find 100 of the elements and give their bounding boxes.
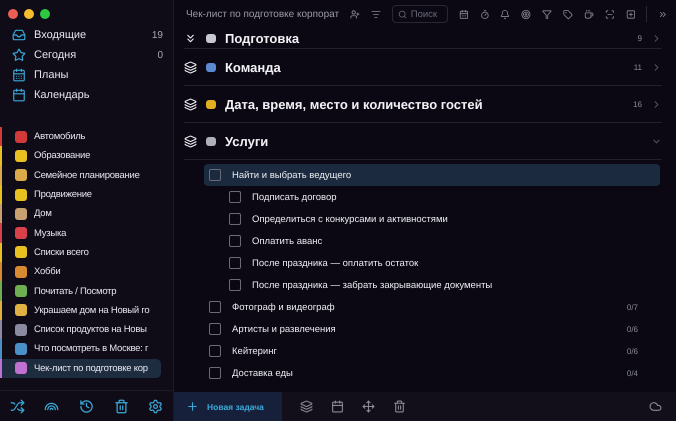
list-label: Продвижение <box>34 189 92 200</box>
checkbox[interactable] <box>229 191 241 203</box>
settings-icon[interactable] <box>148 398 164 414</box>
list-label: Образование <box>34 150 90 162</box>
section-header[interactable]: Дата, время, место и количество гостей 16 <box>184 86 662 123</box>
task-row[interactable]: После праздника — забрать закрывающие документы <box>224 274 660 296</box>
task-row[interactable]: После праздника — оплатить остаток <box>224 252 660 274</box>
task-title: Подписать договор <box>252 192 338 202</box>
task-row[interactable]: Кейтеринг 0/6 <box>204 340 660 362</box>
zoom-window-button[interactable] <box>40 9 50 19</box>
bell-icon[interactable] <box>500 8 510 20</box>
list-item[interactable]: Семейное планирование <box>0 166 161 185</box>
nav-item[interactable]: Входящие 19 <box>0 25 173 45</box>
cloud-icon[interactable] <box>649 400 662 413</box>
layers-icon <box>184 98 197 110</box>
new-task-button[interactable]: Новая задача <box>174 392 282 421</box>
today-icon <box>12 48 26 62</box>
list-item[interactable]: Чек-лист по подготовке кор <box>0 358 161 378</box>
section-title: Услуги <box>225 134 270 148</box>
task-row[interactable]: Определиться с конкурсами и активностями <box>224 208 660 230</box>
task-title: Доставка еды <box>232 368 294 378</box>
checkbox[interactable] <box>229 279 241 291</box>
checkbox[interactable] <box>209 367 221 379</box>
nav-item[interactable]: Сегодня 0 <box>0 45 173 65</box>
nav-label: Сегодня <box>34 49 78 61</box>
checkbox[interactable] <box>209 323 221 335</box>
checkbox[interactable] <box>209 301 221 313</box>
filter-icon[interactable] <box>542 8 552 20</box>
section-count: 9 <box>638 34 642 42</box>
list-item[interactable]: Дом <box>0 204 161 224</box>
task-row[interactable]: Доставка еды 0/4 <box>204 362 660 384</box>
trash-icon[interactable] <box>114 398 129 414</box>
search-icon <box>398 10 407 19</box>
list-label: Дом <box>34 208 52 220</box>
cup-icon[interactable] <box>584 8 594 20</box>
task-row[interactable]: Артисты и развлечения 0/6 <box>204 318 660 340</box>
add-window-icon[interactable] <box>626 8 636 20</box>
nav-label: Календарь <box>34 89 91 101</box>
checkbox[interactable] <box>229 235 241 247</box>
plans-icon <box>12 68 26 82</box>
list-item[interactable]: Что посмотреть в Москве: г <box>0 339 161 359</box>
list-label: Список продуктов на Новы <box>34 324 147 336</box>
task-title: После праздника — оплатить остаток <box>252 258 420 268</box>
list-item[interactable]: Хобби <box>0 262 161 282</box>
list-item[interactable]: Списки всего <box>0 242 161 262</box>
checkbox[interactable] <box>229 257 241 269</box>
section-title: Команда <box>225 60 282 74</box>
list-item[interactable]: Продвижение <box>0 184 161 204</box>
calendar-icon[interactable] <box>458 8 469 20</box>
list-item[interactable]: Украшаем дом на Новый го <box>0 300 161 320</box>
calendar-icon <box>12 88 26 102</box>
trash-icon[interactable] <box>392 400 406 413</box>
calendar-icon[interactable] <box>330 400 344 413</box>
layers-icon[interactable] <box>300 400 313 413</box>
people-icon[interactable] <box>350 8 360 20</box>
layers-icon <box>184 134 197 148</box>
nav-label: Входящие <box>34 29 88 41</box>
list-item[interactable]: Почитать / Посмотр <box>0 281 161 301</box>
task-title: Фотограф и видеограф <box>232 302 336 312</box>
scan-icon[interactable] <box>604 8 615 20</box>
checkbox[interactable] <box>209 345 221 357</box>
section-header[interactable]: Подготовка 9 <box>184 28 662 49</box>
timer-icon[interactable] <box>480 8 490 20</box>
target-icon[interactable] <box>521 8 532 20</box>
close-window-button[interactable] <box>8 9 18 19</box>
list-item[interactable]: Музыка <box>0 223 161 243</box>
task-title: Кейтеринг <box>232 346 278 356</box>
nav-label: Планы <box>34 69 70 81</box>
list-label: Украшаем дом на Новый го <box>34 304 150 316</box>
nav-count: 19 <box>152 30 163 40</box>
history-icon[interactable] <box>78 398 94 414</box>
list-label: Почитать / Посмотр <box>34 286 116 297</box>
section-header[interactable]: Команда 11 <box>184 49 662 86</box>
minimize-window-button[interactable] <box>24 9 34 19</box>
task-row[interactable]: Оплатить аванс <box>224 230 660 252</box>
search-field[interactable]: Поиск <box>392 5 448 23</box>
subtask-progress: 0/6 <box>626 324 638 334</box>
collapse-icon <box>184 32 197 44</box>
task-row[interactable]: Найти и выбрать ведущего <box>204 164 660 186</box>
shuffle-icon[interactable] <box>10 398 25 414</box>
list-item[interactable]: Автомобиль <box>0 127 161 146</box>
checkbox[interactable] <box>229 213 241 225</box>
section-count: 16 <box>633 100 642 108</box>
section-title: Подготовка <box>225 30 300 46</box>
tag-icon[interactable] <box>562 8 573 20</box>
inbox-icon <box>12 28 26 42</box>
list-label: Музыка <box>34 228 66 239</box>
task-row[interactable]: Подписать договор <box>224 186 660 208</box>
list-item[interactable]: Список продуктов на Новы <box>0 320 161 340</box>
subtask-progress: 0/6 <box>626 346 638 356</box>
move-icon[interactable] <box>362 400 375 413</box>
plus-icon <box>186 400 199 413</box>
nav-item[interactable]: Планы <box>0 65 173 85</box>
list-label: Автомобиль <box>34 131 86 142</box>
section-header[interactable]: Услуги <box>184 123 662 160</box>
checkbox[interactable] <box>209 169 221 181</box>
list-label: Списки всего <box>34 246 89 258</box>
list-item[interactable]: Образование <box>0 146 161 166</box>
nav-item[interactable]: Календарь <box>0 85 173 105</box>
task-row[interactable]: Фотограф и видеограф 0/7 <box>204 296 660 318</box>
